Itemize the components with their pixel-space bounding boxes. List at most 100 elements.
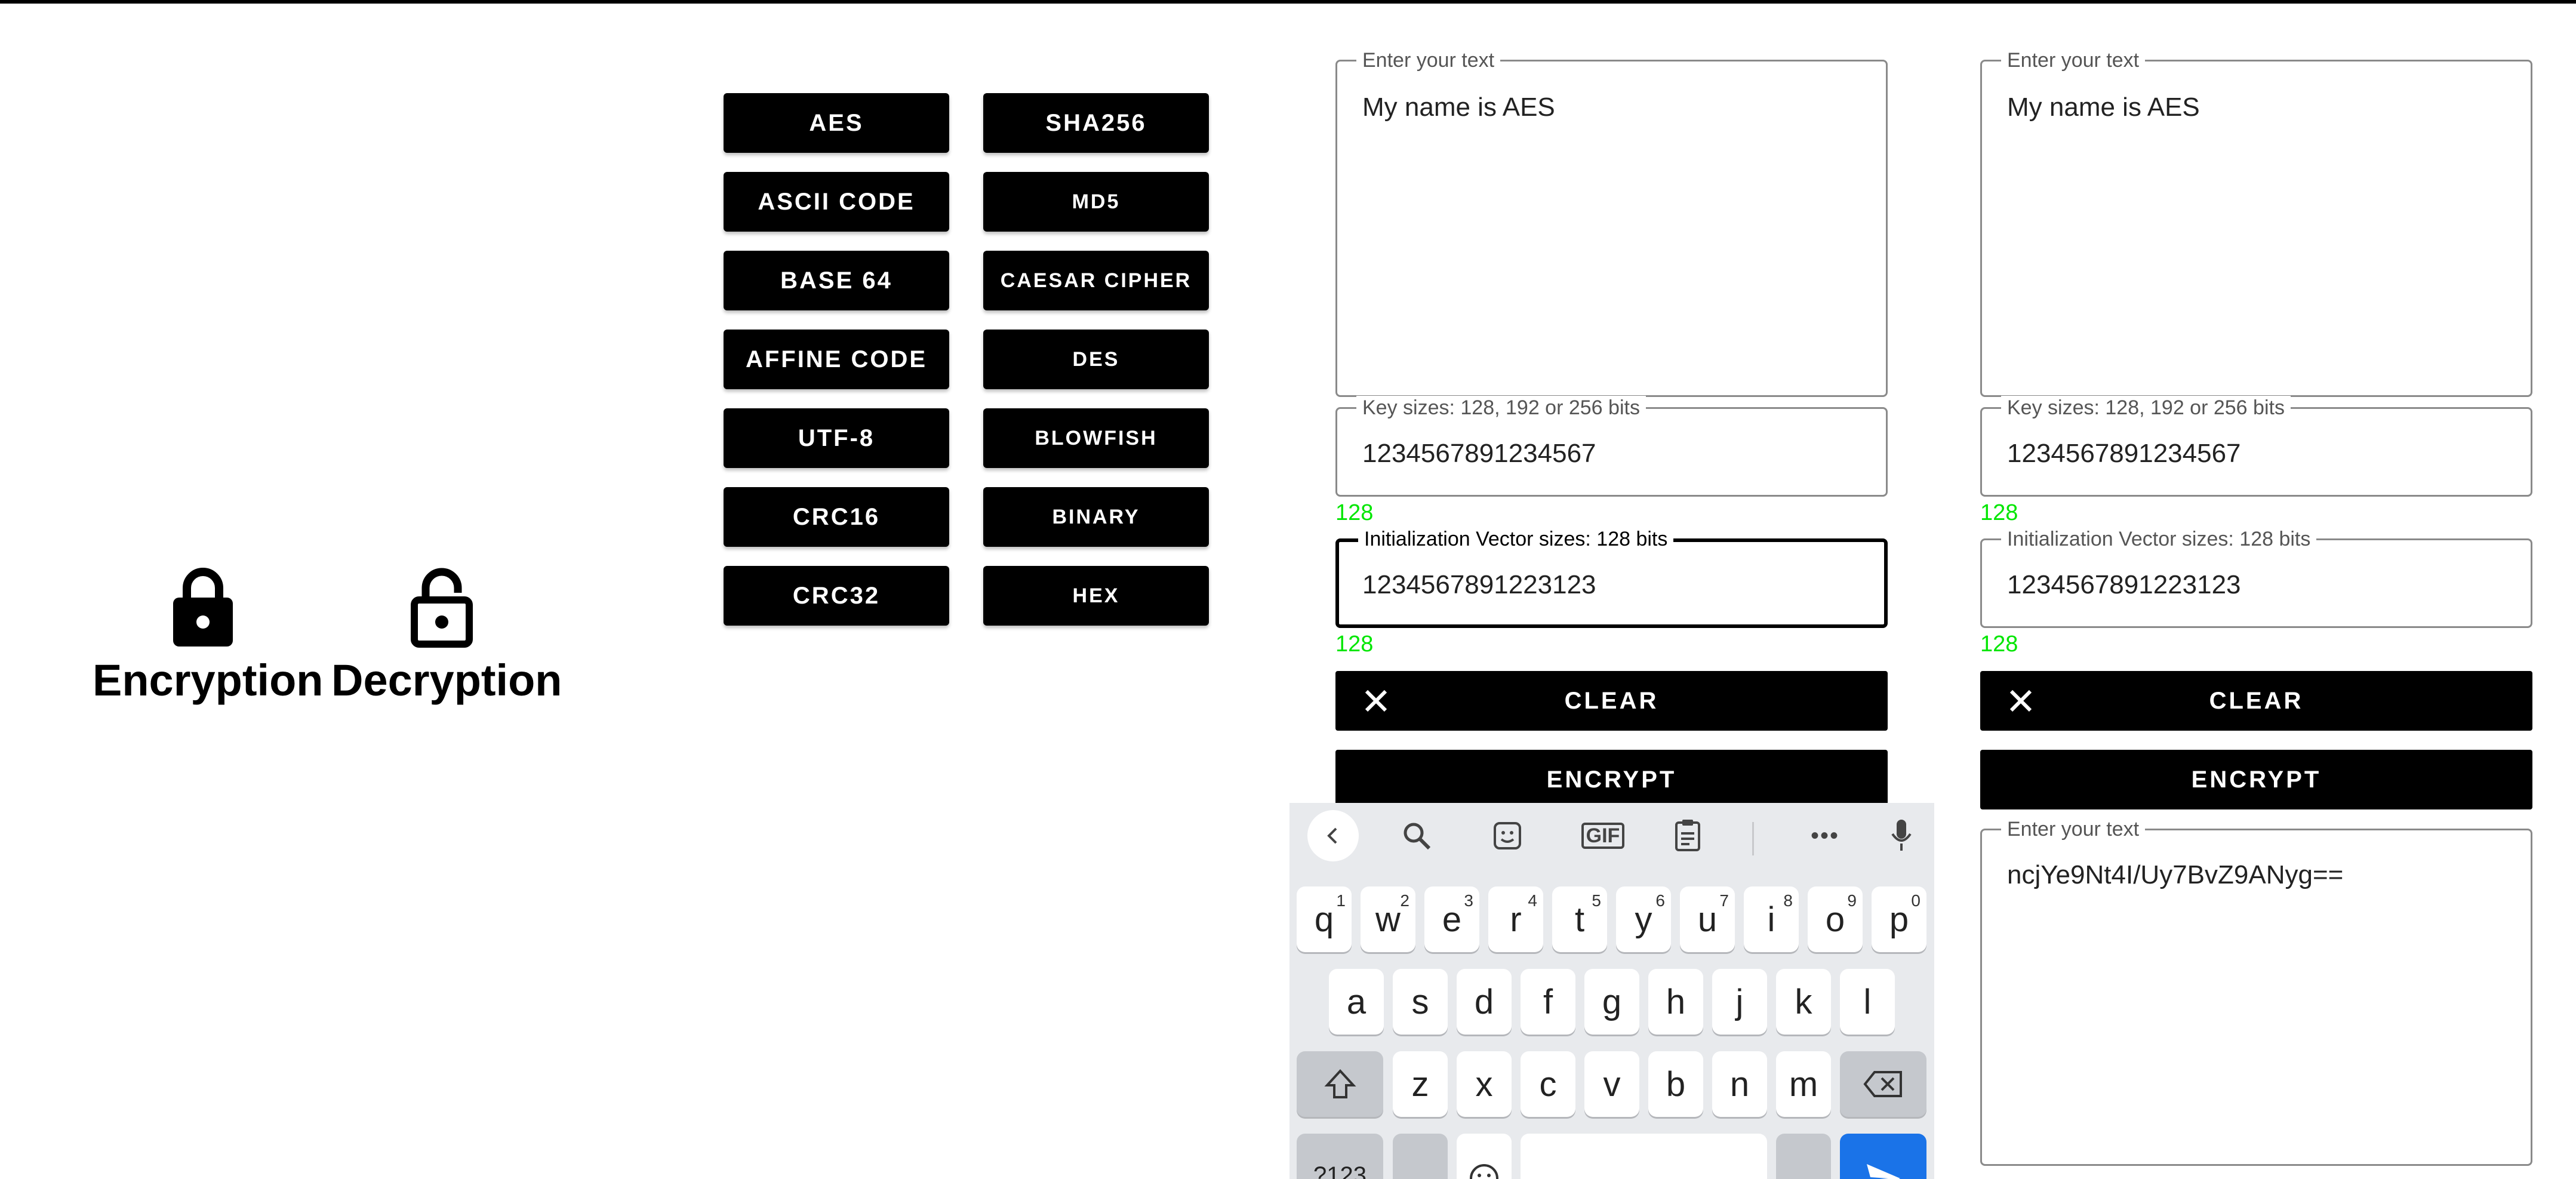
key-g[interactable]: g: [1584, 969, 1639, 1035]
encrypt-button[interactable]: ENCRYPT: [1335, 750, 1888, 809]
key-c[interactable]: c: [1521, 1051, 1575, 1117]
key-f[interactable]: f: [1521, 969, 1575, 1035]
send-key[interactable]: [1840, 1134, 1926, 1179]
encrypt-button-2[interactable]: ENCRYPT: [1980, 750, 2532, 809]
symbols-key[interactable]: ?123: [1297, 1134, 1383, 1179]
output-field[interactable]: Enter your text ncjYe9Nt4I/Uy7BvZ9ANyg==: [1980, 817, 2532, 1166]
more-icon[interactable]: •••: [1804, 815, 1846, 857]
clear-button-2[interactable]: CLEAR: [1980, 671, 2532, 731]
encryption-label: Encryption: [93, 655, 324, 705]
algo-blowfish-button[interactable]: BLOWFISH: [983, 408, 1209, 468]
plaintext-value-2: My name is AES: [2007, 93, 2200, 122]
keyboard-toolbar: GIF •••: [1289, 803, 1934, 869]
key-e[interactable]: e3: [1424, 886, 1479, 952]
algo-affine-button[interactable]: AFFINE CODE: [724, 330, 949, 389]
key-k[interactable]: k: [1776, 969, 1831, 1035]
plaintext-value: My name is AES: [1362, 93, 1555, 122]
key-j[interactable]: j: [1712, 969, 1767, 1035]
iv-label: Initialization Vector sizes: 128 bits: [1358, 527, 1674, 551]
onscreen-keyboard: GIF ••• q1 w2 e3 r4 t5 y6 u7 i8 o9 p0 a …: [1289, 803, 1934, 1179]
shift-icon: [1324, 1069, 1356, 1098]
emoji-icon: [1470, 1164, 1498, 1179]
plaintext-label: Enter your text: [1356, 48, 1501, 72]
close-icon: [2009, 689, 2032, 712]
algo-utf8-button[interactable]: UTF-8: [724, 408, 949, 468]
symbols-label: ?123: [1313, 1162, 1367, 1179]
algo-hex-button[interactable]: HEX: [983, 566, 1209, 626]
top-border: [0, 0, 2576, 4]
key-n[interactable]: n: [1712, 1051, 1767, 1117]
search-icon[interactable]: [1396, 815, 1438, 857]
key-t[interactable]: t5: [1552, 886, 1607, 952]
encryption-mode[interactable]: Encryption: [93, 564, 324, 706]
backspace-icon: [1863, 1071, 1902, 1097]
encrypt-label: ENCRYPT: [1546, 766, 1677, 793]
clipboard-icon[interactable]: [1667, 815, 1709, 857]
iv-field[interactable]: Initialization Vector sizes: 128 bits 12…: [1335, 527, 1888, 628]
key-o[interactable]: o9: [1808, 886, 1863, 952]
key-u[interactable]: u7: [1680, 886, 1735, 952]
backspace-key[interactable]: [1840, 1051, 1926, 1117]
key-v[interactable]: v: [1584, 1051, 1639, 1117]
key-d[interactable]: d: [1457, 969, 1512, 1035]
chevron-left-icon[interactable]: [1307, 810, 1359, 861]
lock-open-icon: [411, 568, 473, 648]
key-counter-2: 128: [1980, 500, 2018, 525]
decryption-mode[interactable]: Decryption: [331, 564, 562, 706]
plaintext-field[interactable]: Enter your text My name is AES: [1335, 48, 1888, 397]
clear-button[interactable]: CLEAR: [1335, 671, 1888, 731]
key-x[interactable]: x: [1457, 1051, 1512, 1117]
key-b[interactable]: b: [1648, 1051, 1703, 1117]
clear-label: CLEAR: [1564, 687, 1659, 714]
key-y[interactable]: y6: [1616, 886, 1671, 952]
algo-crc16-button[interactable]: CRC16: [724, 487, 949, 547]
comma-key[interactable]: [1393, 1134, 1448, 1179]
key-a[interactable]: a: [1329, 969, 1384, 1035]
output-label: Enter your text: [2001, 817, 2146, 841]
key-label: Key sizes: 128, 192 or 256 bits: [1356, 396, 1646, 420]
algo-sha256-button[interactable]: SHA256: [983, 93, 1209, 153]
algo-binary-button[interactable]: BINARY: [983, 487, 1209, 547]
plaintext-field-2[interactable]: Enter your text My name is AES: [1980, 48, 2532, 397]
key-m[interactable]: m: [1776, 1051, 1831, 1117]
gif-label: GIF: [1581, 823, 1625, 849]
key-q[interactable]: q1: [1297, 886, 1352, 952]
algo-base64-button[interactable]: BASE 64: [724, 251, 949, 310]
gif-icon[interactable]: GIF: [1576, 815, 1630, 857]
key-label-2: Key sizes: 128, 192 or 256 bits: [2001, 396, 2291, 420]
key-i[interactable]: i8: [1744, 886, 1799, 952]
iv-counter-2: 128: [1980, 632, 2018, 657]
key-field-2[interactable]: Key sizes: 128, 192 or 256 bits 12345678…: [1980, 396, 2532, 497]
algo-des-button[interactable]: DES: [983, 330, 1209, 389]
mic-icon[interactable]: [1881, 815, 1922, 857]
key-r[interactable]: r4: [1488, 886, 1543, 952]
emoji-key[interactable]: [1457, 1134, 1512, 1179]
algo-aes-button[interactable]: AES: [724, 93, 949, 153]
clear-label-2: CLEAR: [2209, 687, 2304, 714]
shift-key[interactable]: [1297, 1051, 1383, 1117]
key-z[interactable]: z: [1393, 1051, 1448, 1117]
decryption-label: Decryption: [331, 655, 562, 705]
send-icon: [1866, 1164, 1900, 1179]
iv-value-2: 1234567891223123: [2007, 570, 2241, 599]
more-label: •••: [1810, 822, 1839, 849]
sticker-icon[interactable]: [1486, 815, 1528, 857]
key-counter: 128: [1335, 500, 1374, 525]
key-value-2: 1234567891234567: [2007, 439, 2241, 468]
algo-caesar-button[interactable]: CAESAR CIPHER: [983, 251, 1209, 310]
key-l[interactable]: l: [1840, 969, 1895, 1035]
key-field[interactable]: Key sizes: 128, 192 or 256 bits 12345678…: [1335, 396, 1888, 497]
algo-crc32-button[interactable]: CRC32: [724, 566, 949, 626]
key-s[interactable]: s: [1393, 969, 1448, 1035]
space-key[interactable]: [1521, 1134, 1767, 1179]
key-p[interactable]: p0: [1872, 886, 1926, 952]
iv-label-2: Initialization Vector sizes: 128 bits: [2001, 527, 2317, 551]
iv-field-2[interactable]: Initialization Vector sizes: 128 bits 12…: [1980, 527, 2532, 628]
output-value: ncjYe9Nt4I/Uy7BvZ9ANyg==: [2007, 860, 2344, 889]
key-h[interactable]: h: [1648, 969, 1703, 1035]
algo-ascii-button[interactable]: ASCII CODE: [724, 172, 949, 232]
iv-value: 1234567891223123: [1362, 570, 1596, 599]
key-w[interactable]: w2: [1361, 886, 1415, 952]
period-key[interactable]: [1776, 1134, 1831, 1179]
algo-md5-button[interactable]: MD5: [983, 172, 1209, 232]
